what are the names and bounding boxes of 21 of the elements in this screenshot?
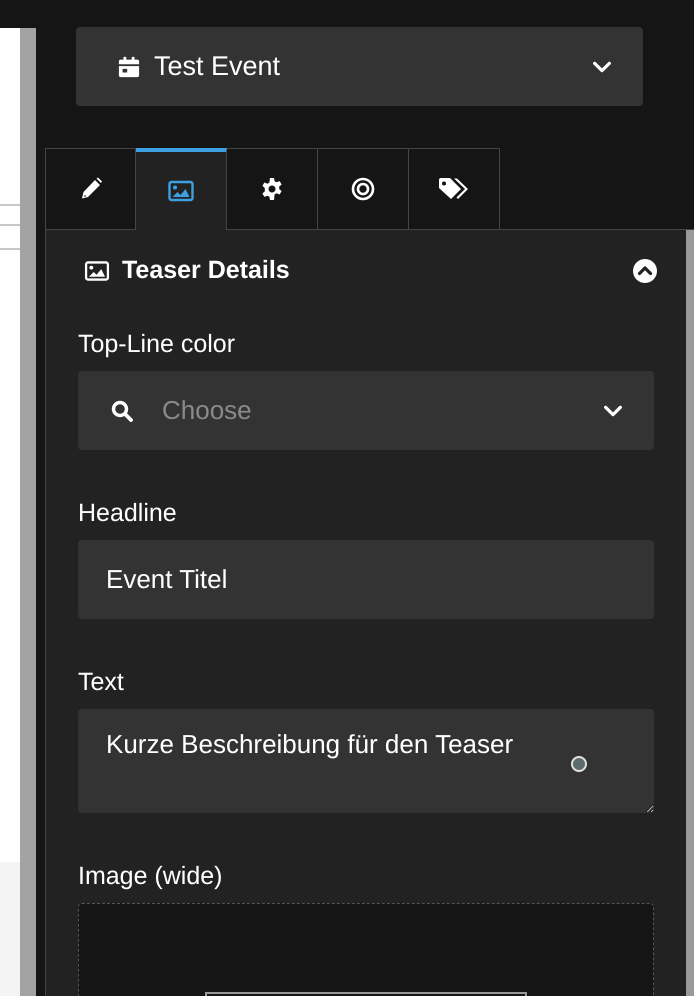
collapse-button[interactable] [633, 258, 658, 282]
image-icon [168, 180, 194, 202]
tab[interactable] [227, 148, 318, 230]
field-label: Image (wide) [78, 862, 224, 891]
tab[interactable] [318, 148, 409, 230]
event-select[interactable]: Test Event [76, 27, 643, 106]
target-icon [351, 177, 375, 201]
field-label: Text [78, 668, 125, 697]
tags-icon [438, 177, 470, 201]
settings-icon [260, 177, 284, 201]
tab[interactable] [409, 148, 500, 230]
search-icon [110, 398, 134, 422]
event-name: Test Event [154, 51, 282, 82]
input-field[interactable]: Event Titel [78, 540, 654, 619]
image-icon [84, 260, 110, 281]
section-title: Teaser Details [122, 256, 291, 285]
field-label: Headline [78, 499, 178, 528]
text-area[interactable]: Kurze Beschreibung für den Teaser [78, 709, 654, 813]
field-label: Top-Line color [78, 330, 236, 359]
select-field[interactable]: Choose [78, 371, 654, 450]
calendar-icon [118, 54, 140, 78]
